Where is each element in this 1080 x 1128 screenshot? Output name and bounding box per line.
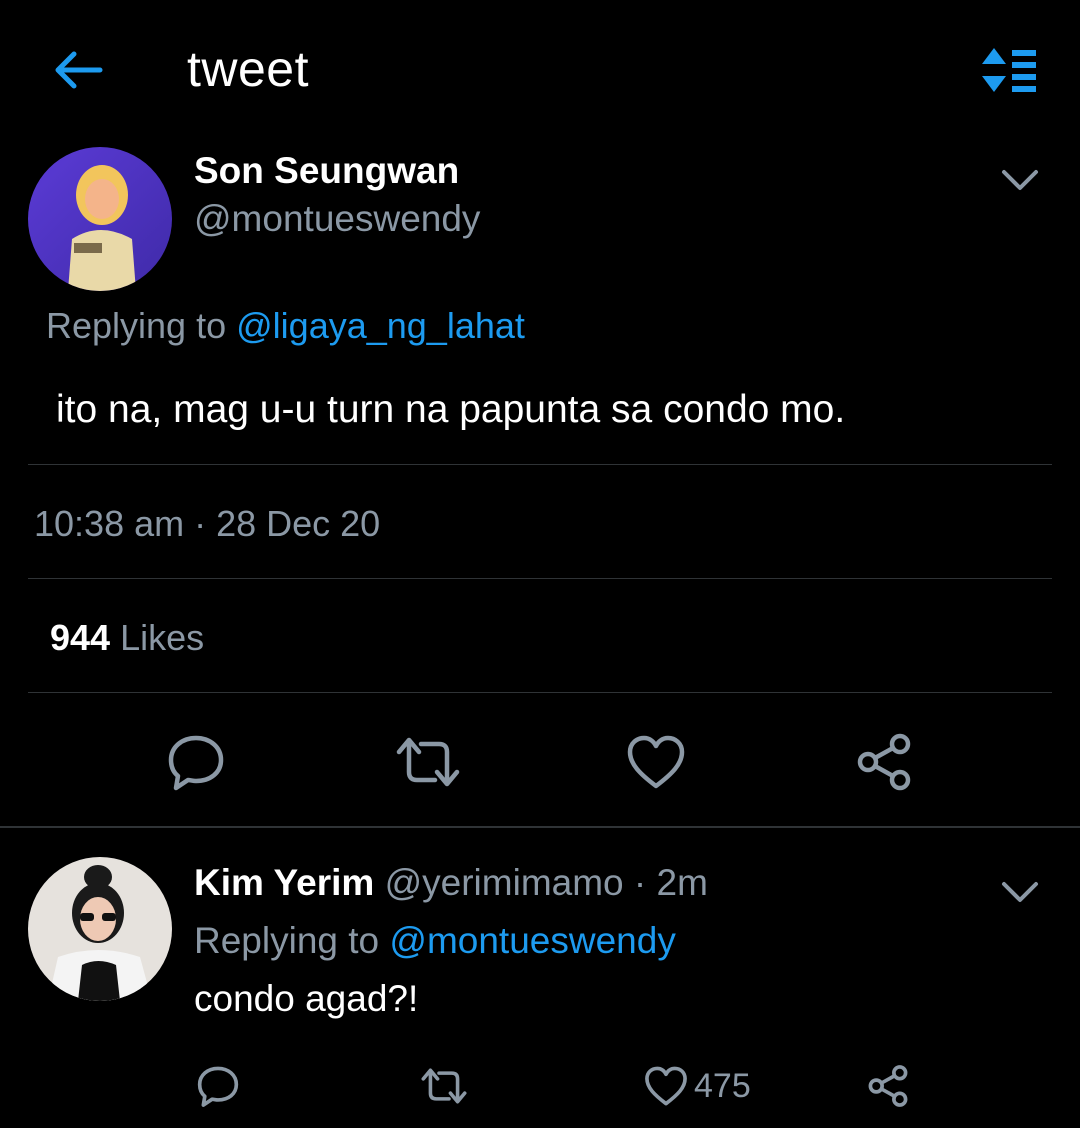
reply-like-count: 475 [694,1066,751,1105]
top-bar: tweet [0,0,1080,140]
divider [28,578,1052,579]
reply-options-button[interactable] [998,874,1042,910]
reply-author-avatar[interactable] [28,857,172,1001]
section-divider [0,826,1080,828]
sort-replies-button[interactable] [978,44,1040,96]
replying-to-mention[interactable]: @montueswendy [389,920,675,961]
reply-author-handle[interactable]: @yerimimamo [385,862,624,903]
likes-summary[interactable]: 944 Likes [50,617,204,659]
replying-prefix: Replying to [194,920,380,961]
heart-icon [645,1066,687,1106]
author-avatar[interactable] [28,147,172,291]
chevron-down-icon [1002,170,1038,190]
author-name[interactable]: Son Seungwan [194,150,459,192]
retweet-icon [421,1068,467,1104]
chevron-down-icon [1002,882,1038,902]
share-icon [868,1065,908,1107]
reply-replying-to-line: Replying to @montueswendy [194,920,676,962]
share-icon [857,733,911,791]
reply-time: · 2m [633,862,708,903]
replying-prefix: Replying to [46,305,227,346]
tweet-timestamp: 10:38 am · 28 Dec 20 [34,503,381,544]
tweet-options-button[interactable] [998,162,1042,198]
reply-icon [197,1066,239,1107]
reply-retweet-button[interactable] [416,1062,472,1110]
reply-button[interactable] [164,730,228,794]
sort-replies-icon [982,48,1036,92]
reply-share-button[interactable] [862,1062,914,1110]
reply-text: condo agad?! [194,978,419,1019]
like-button[interactable] [624,730,688,794]
heart-icon [627,735,685,789]
divider [28,464,1052,465]
author-handle[interactable]: @montueswendy [194,198,480,240]
likes-count: 944 [50,617,111,658]
avatar-image [28,857,172,1001]
share-button[interactable] [852,730,916,794]
reply-author-name[interactable]: Kim Yerim [194,862,374,903]
retweet-button[interactable] [392,730,464,794]
reply-author-line: Kim Yerim @yerimimamo · 2m [194,862,708,904]
page-title: tweet [187,41,310,97]
avatar-image [28,147,172,291]
replying-to-line: Replying to @ligaya_ng_lahat [46,305,525,347]
reply-icon [168,735,224,791]
reply-like-button[interactable]: 475 [644,1062,764,1110]
back-button[interactable] [50,46,106,94]
reply-reply-button[interactable] [194,1062,242,1110]
retweet-icon [396,737,460,787]
likes-label: Likes [120,617,205,658]
arrow-left-icon [55,51,103,89]
replying-to-mention[interactable]: @ligaya_ng_lahat [236,305,525,346]
tweet-text: ito na, mag u-u turn na papunta sa condo… [56,388,846,431]
divider [28,692,1052,693]
